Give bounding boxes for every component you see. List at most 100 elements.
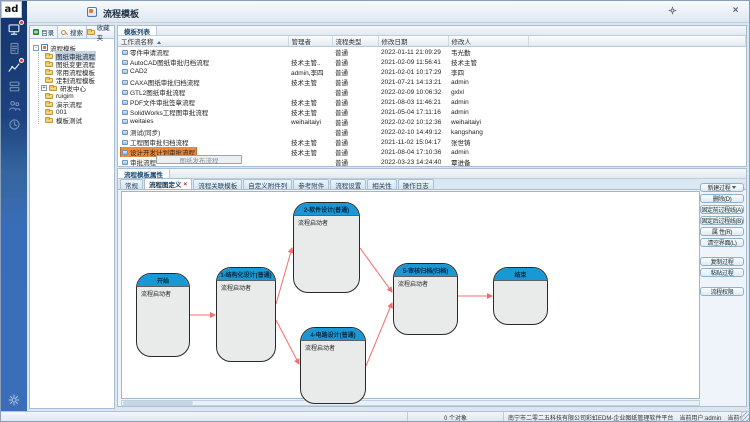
cell: admin bbox=[448, 77, 528, 87]
flow-edge[interactable] bbox=[360, 248, 392, 292]
table-row[interactable]: CAD2admin,李四普通2021-02-01 10:17:29李四 bbox=[118, 67, 746, 77]
column-header[interactable]: 流程类型 bbox=[332, 36, 378, 47]
action-button[interactable]: 属 性(R) bbox=[700, 227, 744, 236]
status-info-cell: 南宁市二零二五科技有限公司彩虹EDM-企业图纸管理软件平台 当前用户:admin… bbox=[504, 412, 742, 422]
flow-node-n4[interactable]: 4-电路设计(普通)流程启动者 bbox=[300, 327, 366, 404]
column-header[interactable]: 修改日期 bbox=[378, 36, 448, 47]
folder-icon bbox=[45, 70, 53, 75]
history-icon[interactable] bbox=[6, 117, 23, 132]
table-row[interactable]: AutoCAD图纸审批归档流程技术主管..普通2021-02-09 11:56:… bbox=[118, 57, 746, 67]
monitor-icon[interactable] bbox=[6, 22, 23, 37]
flow-edge[interactable] bbox=[366, 303, 392, 366]
folder-icon bbox=[45, 54, 53, 59]
sidebar-tab-favorites[interactable]: 收藏夹 bbox=[87, 26, 114, 38]
status-bar: 0 个对象 南宁市二零二五科技有限公司彩虹EDM-企业图纸管理软件平台 当前用户… bbox=[1, 411, 750, 422]
tasks-icon[interactable] bbox=[6, 79, 23, 94]
workflow-name-label: 零件申请流程 bbox=[130, 47, 169, 57]
flow-edge[interactable] bbox=[276, 248, 292, 304]
column-header[interactable]: 管理者 bbox=[288, 36, 332, 47]
flow-node-n5[interactable]: 5-审核归档(归档)流程启动者 bbox=[393, 263, 458, 335]
cell: 张世铸 bbox=[448, 137, 528, 147]
properties-tab[interactable]: 流程设置 bbox=[330, 179, 366, 189]
flow-node-title: 结束 bbox=[494, 268, 547, 281]
users-icon[interactable] bbox=[6, 98, 23, 113]
flow-node-end[interactable]: 结束 bbox=[493, 267, 548, 325]
action-button[interactable]: 固定后过程线(B) bbox=[700, 216, 744, 225]
action-button[interactable]: 复制过程 bbox=[700, 257, 744, 266]
minimize-icon[interactable] bbox=[689, 6, 698, 15]
column-header[interactable]: 工作流名称 bbox=[118, 36, 288, 47]
properties-tab-label: 流程图定义 bbox=[149, 179, 182, 189]
table-row[interactable]: SolidWorks工程图审批流程技术主管普通2021-05-04 17:11:… bbox=[118, 107, 746, 117]
document-icon[interactable] bbox=[6, 41, 23, 56]
chart-icon[interactable] bbox=[6, 60, 23, 75]
properties-label: 流程模板属性 bbox=[118, 169, 170, 178]
action-button[interactable]: 固定前过程线(A) bbox=[700, 205, 744, 214]
tree-item[interactable]: 模板测试 bbox=[41, 116, 112, 124]
current-vault-label: 当前仓位:文件仓位 bbox=[727, 413, 742, 422]
expand-icon[interactable]: + bbox=[41, 85, 47, 91]
workflow-name: PDF文件审批签章流程 bbox=[121, 97, 196, 107]
flow-edge[interactable] bbox=[276, 320, 299, 364]
table-row[interactable]: CAXA图纸审批归档流程技术主管普通2021-07-21 14:13:21adm… bbox=[118, 77, 746, 87]
sidebar-tab-search[interactable]: 搜索 bbox=[58, 26, 86, 38]
template-list-label: 模板列表 bbox=[118, 26, 157, 35]
cell: 2022-01-11 21:09:29 bbox=[378, 47, 448, 58]
tree-item[interactable]: 演示流程 bbox=[41, 100, 112, 108]
action-button-label: 固定前过程线(A) bbox=[701, 205, 742, 214]
resize-grip[interactable] bbox=[742, 412, 750, 422]
cell: CAXA图纸审批归档流程 bbox=[118, 77, 288, 87]
collapse-icon[interactable]: - bbox=[33, 45, 39, 51]
cell: 普通 bbox=[332, 127, 378, 137]
cell: 2022-02-09 10:06:32 bbox=[378, 87, 448, 97]
flow-node-subtitle: 流程启动者 bbox=[137, 287, 189, 300]
flow-node-start[interactable]: 开始流程启动者 bbox=[136, 273, 190, 357]
action-button[interactable]: 粘贴过程 bbox=[700, 268, 744, 277]
cell: 2022-03-23 14:24:40 bbox=[378, 157, 448, 167]
hscroll-thumb[interactable] bbox=[123, 401, 193, 405]
template-root-icon bbox=[41, 44, 48, 51]
settings-icon[interactable] bbox=[6, 392, 23, 407]
table-row[interactable]: 工程图审批归档流程技术主管普通2021-11-02 15:04:17张世铸 bbox=[118, 137, 746, 147]
table-row[interactable]: 测试(同步)普通2022-02-10 14:49:12kangshang bbox=[118, 127, 746, 137]
tree-item-label: 演示流程 bbox=[55, 99, 83, 109]
properties-tab[interactable]: 参考附件 bbox=[293, 179, 329, 189]
properties-tab[interactable]: 常规 bbox=[120, 179, 143, 189]
current-user-label: 当前用户:admin bbox=[679, 413, 721, 422]
sidebar-tab-directory[interactable]: 目录 bbox=[30, 26, 58, 38]
app-icon bbox=[87, 7, 97, 17]
table-row[interactable]: PDF文件审批签章流程技术主管普通2021-08-03 11:46:21admi… bbox=[118, 97, 746, 107]
action-button-label: 清空界面(L) bbox=[707, 238, 736, 247]
cell-filler bbox=[528, 157, 746, 167]
properties-tab[interactable]: 操作日志 bbox=[398, 179, 434, 189]
flow-node-n1[interactable]: 1-结构化设计(普通)流程启动者 bbox=[216, 267, 276, 362]
properties-tab[interactable]: 流程图定义× bbox=[144, 178, 192, 189]
tree-item[interactable]: +研发中心 bbox=[41, 84, 112, 92]
properties-tab[interactable]: 相关性 bbox=[367, 179, 397, 189]
action-button[interactable]: 清空界面(L) bbox=[700, 238, 744, 247]
workflow-icon bbox=[122, 119, 128, 124]
close-icon[interactable]: × bbox=[731, 6, 740, 15]
dropdown-caret-icon bbox=[732, 186, 736, 189]
table-row[interactable]: weitaiesweihaitaiyi普通2022-02-02 10:12:36… bbox=[118, 117, 746, 127]
flowchart-canvas[interactable]: 开始流程启动者 1-结构化设计(普通)流程启动者 2-软件设计(普通)流程启动者 4-… bbox=[121, 191, 700, 399]
action-button[interactable]: 新建过程 bbox=[700, 183, 744, 192]
cell: 普通 bbox=[332, 107, 378, 117]
settings-icon[interactable] bbox=[668, 6, 677, 15]
table-row[interactable]: 零件申请流程普通2022-01-11 21:09:29韦光勤 bbox=[118, 47, 746, 58]
flow-node-title: 4-电路设计(普通) bbox=[301, 328, 365, 341]
canvas-hscrollbar[interactable] bbox=[121, 400, 700, 406]
maximize-icon[interactable] bbox=[710, 6, 719, 15]
table-row[interactable]: GTL2图纸审批流程普通2022-02-09 10:06:32gxlxl bbox=[118, 87, 746, 97]
action-button[interactable]: 流程权限 bbox=[700, 287, 744, 296]
action-button[interactable]: 删除(D) bbox=[700, 194, 744, 203]
title-bar: 流程模板 × bbox=[27, 1, 750, 23]
directory-icon bbox=[33, 29, 39, 35]
close-tab-icon[interactable]: × bbox=[184, 181, 188, 188]
workflow-name-label: SolidWorks工程图审批流程 bbox=[130, 107, 208, 117]
properties-tab[interactable]: 自定义附件列 bbox=[243, 179, 292, 189]
properties-tab[interactable]: 流程关联模板 bbox=[193, 179, 242, 189]
flow-node-n2[interactable]: 2-软件设计(普通)流程启动者 bbox=[293, 202, 360, 293]
column-header-filler bbox=[528, 36, 746, 47]
column-header[interactable]: 修改人 bbox=[448, 36, 528, 47]
